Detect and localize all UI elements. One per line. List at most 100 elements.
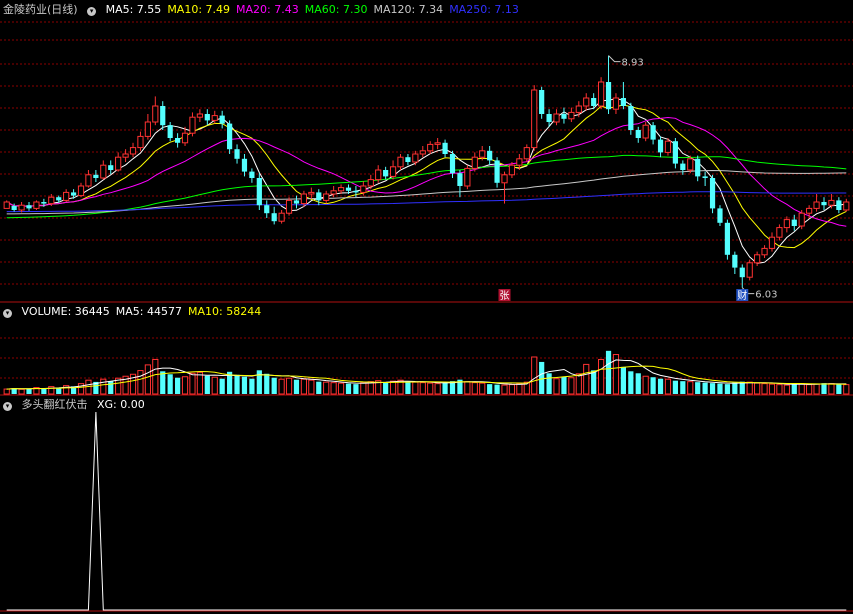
candle-body: [70, 192, 77, 196]
legend-ma5: MA5: 7.55: [105, 3, 162, 16]
candle: [227, 120, 233, 154]
volume-bar: [776, 384, 783, 395]
candle-body: [85, 174, 92, 187]
candle: [709, 174, 716, 214]
candle: [264, 200, 270, 218]
volume-bar: [285, 377, 293, 395]
volume-bar: [3, 388, 10, 395]
candle: [724, 219, 731, 260]
volume-bar: [196, 371, 203, 395]
candle-body: [494, 160, 500, 183]
candle-body: [672, 141, 678, 164]
collapse-icon[interactable]: ▾: [87, 7, 97, 16]
candle-body: [256, 178, 262, 206]
volume-bar: [353, 384, 359, 394]
candle: [657, 136, 664, 158]
volume-bar: [575, 373, 582, 395]
candle-body: [175, 138, 181, 143]
volume-bar: [293, 379, 300, 394]
volume-bar: [278, 378, 285, 395]
volume-bar: [256, 370, 262, 394]
volume-bar: [605, 350, 612, 394]
candle: [531, 85, 538, 151]
candle-body: [389, 166, 397, 177]
volume-bar: [175, 377, 181, 394]
candle-body: [308, 191, 315, 195]
candle: [442, 139, 448, 158]
candle-body: [709, 178, 716, 209]
candle: [783, 216, 790, 233]
candle-body: [776, 227, 783, 238]
candle: [471, 152, 478, 172]
candle: [241, 154, 248, 177]
candle-body: [383, 170, 389, 177]
candle: [397, 154, 404, 170]
volume-bar: [546, 373, 552, 394]
candle: [100, 160, 107, 180]
candle-body: [100, 164, 107, 179]
volume-bar: [308, 379, 315, 395]
volume-bar: [487, 384, 493, 394]
volume-bar: [41, 388, 47, 394]
legend-ma250: MA250: 7.13: [449, 3, 519, 16]
volume-bar: [695, 382, 701, 394]
candle-body: [612, 97, 620, 110]
candle-body: [18, 204, 25, 211]
volume-bar: [144, 364, 151, 395]
candle: [746, 259, 753, 281]
candle-body: [323, 193, 330, 201]
signal-indicator-legend: XG: 0.00: [97, 398, 151, 411]
candle-body: [487, 150, 493, 161]
collapse-icon[interactable]: ▾: [3, 402, 12, 411]
candle: [821, 197, 827, 210]
candle-body: [271, 213, 277, 222]
legend-ma5: MA5: 44577: [115, 305, 182, 318]
volume-bar: [709, 383, 716, 394]
volume-bar: [330, 382, 337, 395]
candle-body: [427, 143, 434, 152]
candle: [175, 133, 181, 148]
low-price-label: 6.03: [755, 290, 777, 301]
volume-bar: [152, 358, 159, 395]
candle: [285, 197, 293, 216]
volume-bar: [234, 374, 240, 394]
candle: [323, 190, 330, 204]
volume-bar: [768, 383, 776, 395]
volume-bar: [821, 383, 827, 394]
candle: [672, 138, 678, 169]
volume-bar: [271, 377, 277, 394]
volume-bar: [18, 388, 25, 395]
candle-body: [316, 192, 322, 201]
volume-bar: [181, 376, 189, 395]
volume-bar: [672, 380, 678, 394]
candle: [836, 197, 842, 214]
candle-body: [56, 197, 62, 201]
candle-body: [635, 130, 641, 138]
xg-line: [6, 411, 847, 611]
collapse-icon[interactable]: ▾: [3, 309, 12, 318]
volume-bars[interactable]: [3, 350, 850, 395]
legend-ma60: MA60: 7.30: [304, 3, 368, 16]
candle-body: [367, 179, 374, 187]
candle: [680, 160, 686, 175]
candle: [776, 224, 783, 241]
candle: [539, 86, 545, 119]
candle: [189, 112, 196, 137]
candle-body: [687, 158, 694, 171]
candlestick-series[interactable]: [3, 55, 850, 288]
candle: [256, 173, 262, 210]
candle: [813, 194, 820, 212]
candle-body: [63, 191, 70, 201]
volume-bar: [137, 370, 144, 395]
candle: [204, 109, 210, 126]
candle: [93, 170, 99, 182]
volume-bar: [516, 383, 523, 395]
panel-dividers[interactable]: [0, 301, 853, 612]
candle: [308, 187, 315, 199]
candle-body: [397, 156, 404, 168]
candle-body: [442, 142, 448, 154]
volume-bar: [419, 382, 426, 395]
candle: [605, 55, 612, 114]
volume-bar: [664, 378, 672, 395]
candle-body: [278, 212, 285, 222]
